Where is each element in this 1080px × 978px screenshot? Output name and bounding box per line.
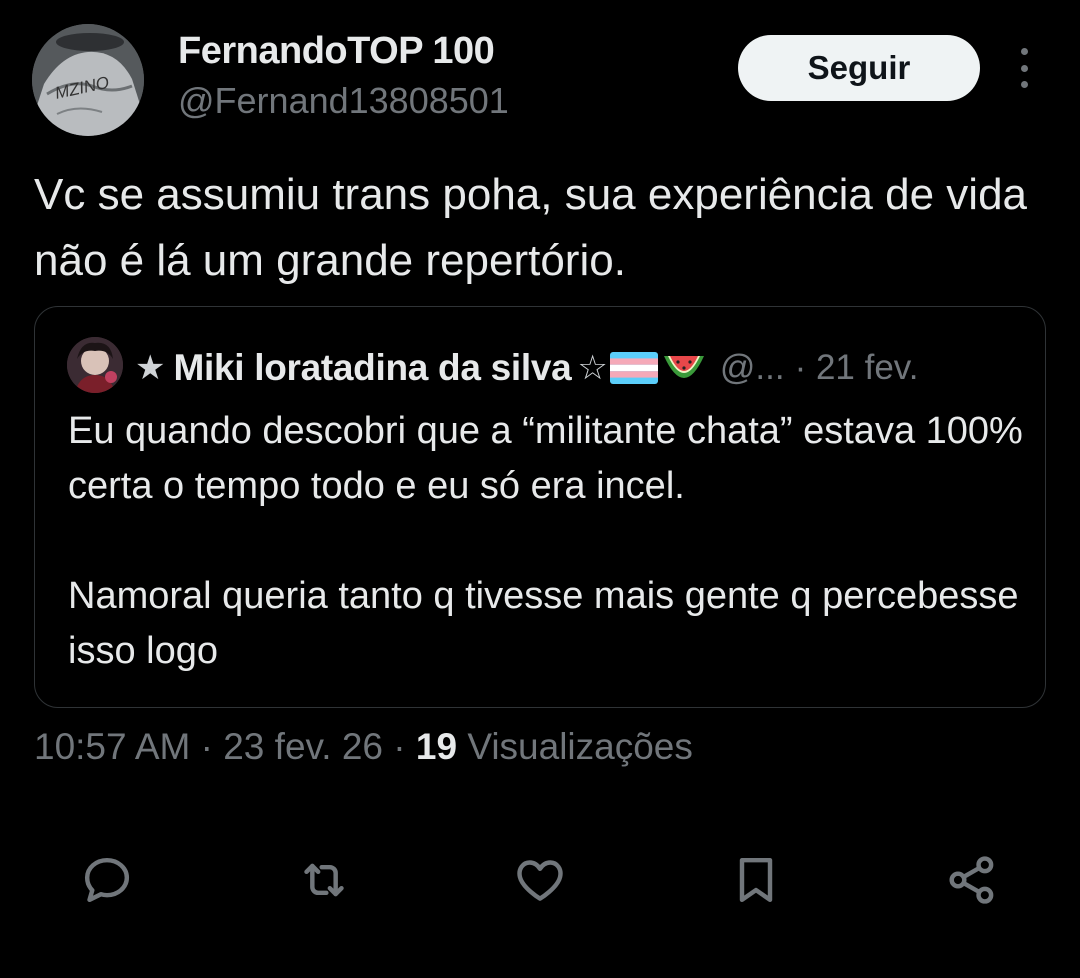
author-avatar[interactable]: MZINO bbox=[32, 24, 144, 136]
quote-paragraph: Eu quando descobri que a “militante chat… bbox=[68, 410, 1023, 507]
quote-text: Eu quando descobri que a “militante chat… bbox=[68, 404, 1028, 679]
star-icon: ☆ bbox=[577, 349, 608, 387]
quote-paragraph: Namoral queria tanto q tivesse mais gent… bbox=[68, 575, 1019, 672]
quote-author-handle[interactable]: @... bbox=[720, 348, 785, 388]
like-icon[interactable] bbox=[510, 850, 570, 910]
tweet-text: Vc se assumiu trans poha, sua experiênci… bbox=[34, 170, 1028, 285]
author-name[interactable]: FernandoTOP 100 bbox=[178, 30, 495, 73]
watermelon-icon bbox=[663, 356, 704, 378]
more-options-icon[interactable] bbox=[1012, 48, 1036, 88]
tweet-time[interactable]: 10:57 AM bbox=[34, 726, 190, 767]
star-icon: ★ bbox=[135, 349, 166, 387]
views-label: Visualizações bbox=[467, 726, 693, 767]
quote-date[interactable]: · 21 fev. bbox=[795, 348, 919, 388]
avatar-image: MZINO bbox=[32, 24, 144, 136]
reply-icon[interactable] bbox=[77, 850, 137, 910]
tweet-date[interactable]: 23 fev. 26 bbox=[223, 726, 383, 767]
retweet-icon[interactable] bbox=[294, 850, 354, 910]
follow-button[interactable]: Seguir bbox=[738, 35, 980, 101]
action-bar bbox=[0, 850, 1080, 910]
trans-flag-icon bbox=[609, 352, 658, 384]
views-count: 19 bbox=[415, 726, 458, 767]
author-handle[interactable]: @Fernand13808501 bbox=[178, 80, 509, 122]
tweet-meta: 10:57 AM · 23 fev. 26 · 19 Visualizações bbox=[34, 726, 693, 767]
quote-avatar-image bbox=[67, 337, 123, 393]
bookmark-icon[interactable] bbox=[726, 850, 786, 910]
quote-author-name[interactable]: Miki loratadina da silva bbox=[173, 347, 571, 389]
quote-author-avatar[interactable] bbox=[67, 337, 123, 393]
share-icon[interactable] bbox=[942, 850, 1002, 910]
